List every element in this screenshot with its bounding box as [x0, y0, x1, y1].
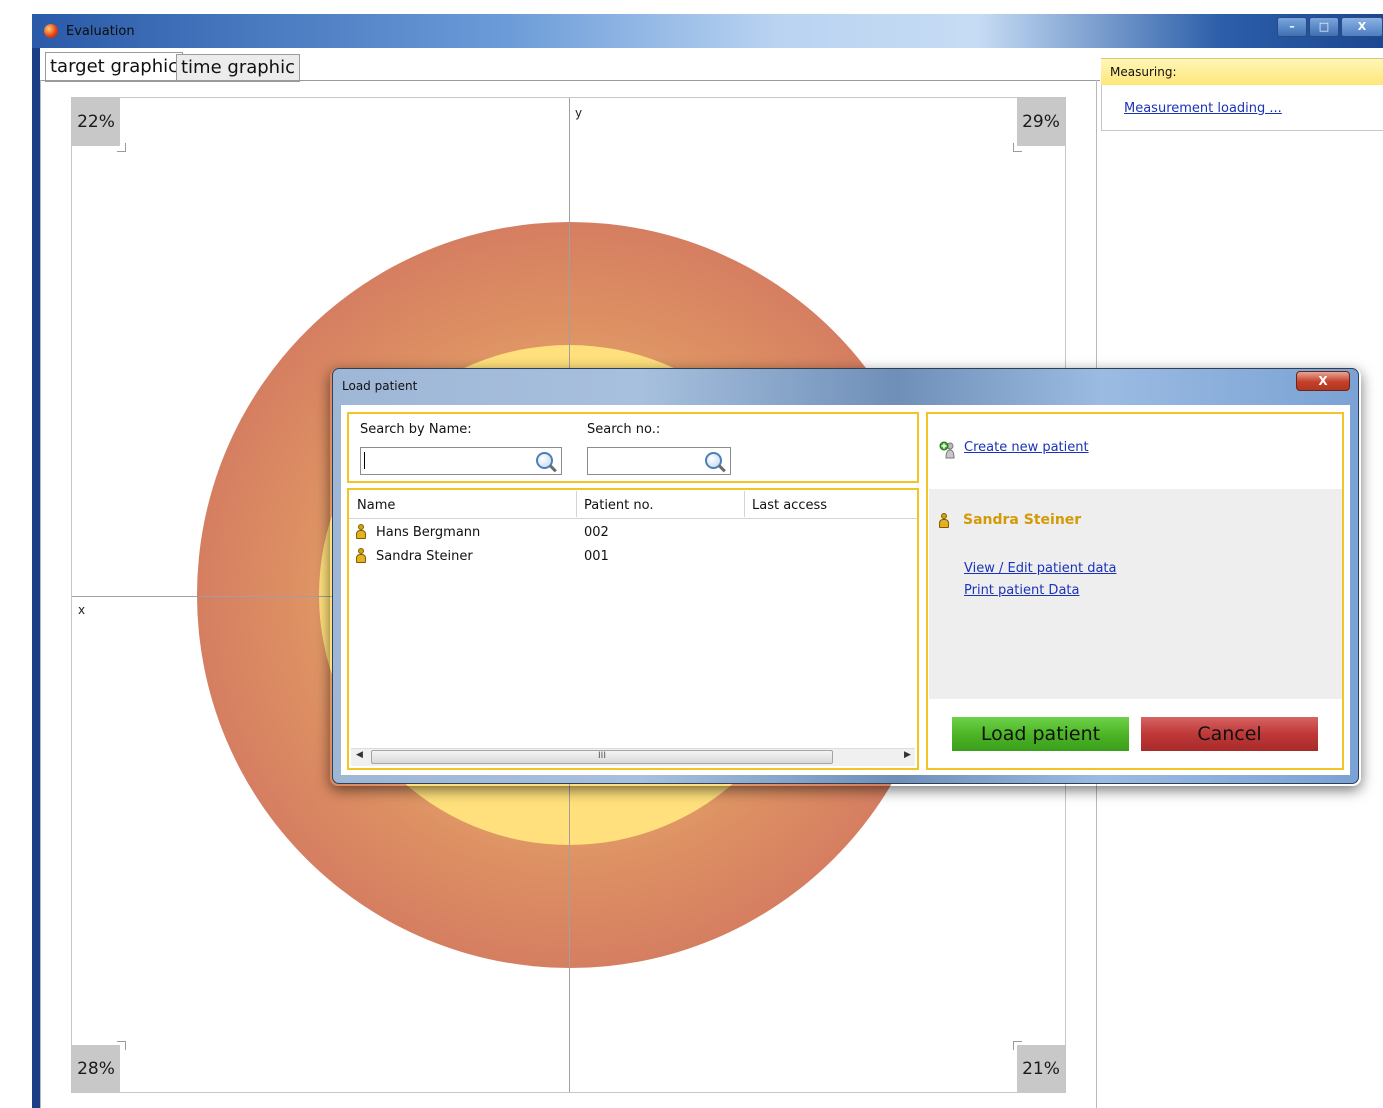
- create-patient-icon: [939, 441, 955, 459]
- create-new-patient-link[interactable]: Create new patient: [964, 440, 1089, 455]
- tab-target-graphic[interactable]: target graphic: [45, 52, 184, 82]
- tab-time-graphic[interactable]: time graphic: [176, 54, 300, 82]
- patient-row-no[interactable]: 001: [584, 549, 609, 564]
- tab-divider: [40, 80, 1100, 81]
- selected-patient-name: Sandra Steiner: [963, 512, 1082, 528]
- column-header-divider: [349, 518, 917, 519]
- minimize-button[interactable]: –: [1277, 17, 1307, 37]
- maximize-button[interactable]: □: [1309, 17, 1339, 37]
- scroll-left-arrow-icon[interactable]: ◀: [356, 750, 363, 760]
- text-caret: [364, 452, 365, 469]
- app-title: Evaluation: [66, 24, 135, 39]
- view-edit-patient-link[interactable]: View / Edit patient data: [964, 561, 1116, 576]
- corner-mark-bottom-right: [1013, 1041, 1022, 1050]
- patient-icon: [356, 524, 366, 539]
- quadrant-bottom-right-percent: 21%: [1017, 1045, 1065, 1093]
- print-patient-data-link[interactable]: Print patient Data: [964, 583, 1079, 598]
- dialog-title: Load patient: [342, 379, 418, 393]
- panel-border-left: [40, 80, 41, 1108]
- column-header-last-access[interactable]: Last access: [745, 491, 917, 517]
- y-axis-label: y: [575, 106, 583, 120]
- measuring-header: Measuring:: [1101, 58, 1383, 85]
- search-name-label: Search by Name:: [360, 422, 472, 437]
- quadrant-top-left-percent: 22%: [72, 98, 120, 146]
- search-no-label: Search no.:: [587, 422, 661, 437]
- measurement-loading-link[interactable]: Measurement loading ...: [1124, 101, 1282, 116]
- app-titlebar[interactable]: [32, 14, 1383, 48]
- scrollbar-thumb[interactable]: III: [371, 750, 833, 764]
- cancel-button[interactable]: Cancel: [1141, 717, 1318, 751]
- dialog-close-button[interactable]: X: [1296, 371, 1350, 391]
- column-header-name[interactable]: Name: [350, 491, 577, 517]
- corner-mark-top-right: [1013, 143, 1022, 152]
- close-window-button[interactable]: X: [1341, 17, 1383, 37]
- patient-row-no[interactable]: 002: [584, 525, 609, 540]
- selected-patient-icon: [939, 513, 949, 528]
- app-logo-icon: [44, 24, 58, 38]
- window-controls: – □ X: [1275, 17, 1383, 37]
- quadrant-bottom-left-percent: 28%: [72, 1045, 120, 1093]
- x-axis-label: x: [78, 603, 86, 617]
- patient-row-name[interactable]: Sandra Steiner: [376, 549, 473, 564]
- patient-row-name[interactable]: Hans Bergmann: [376, 525, 480, 540]
- scroll-right-arrow-icon[interactable]: ▶: [904, 750, 911, 760]
- quadrant-top-right-percent: 29%: [1017, 98, 1065, 146]
- corner-mark-top-left: [117, 143, 126, 152]
- load-patient-button[interactable]: Load patient: [952, 717, 1129, 751]
- patient-icon: [356, 548, 366, 563]
- corner-mark-bottom-left: [117, 1041, 126, 1050]
- search-name-input[interactable]: [360, 447, 562, 475]
- column-header-patient-no[interactable]: Patient no.: [577, 491, 745, 517]
